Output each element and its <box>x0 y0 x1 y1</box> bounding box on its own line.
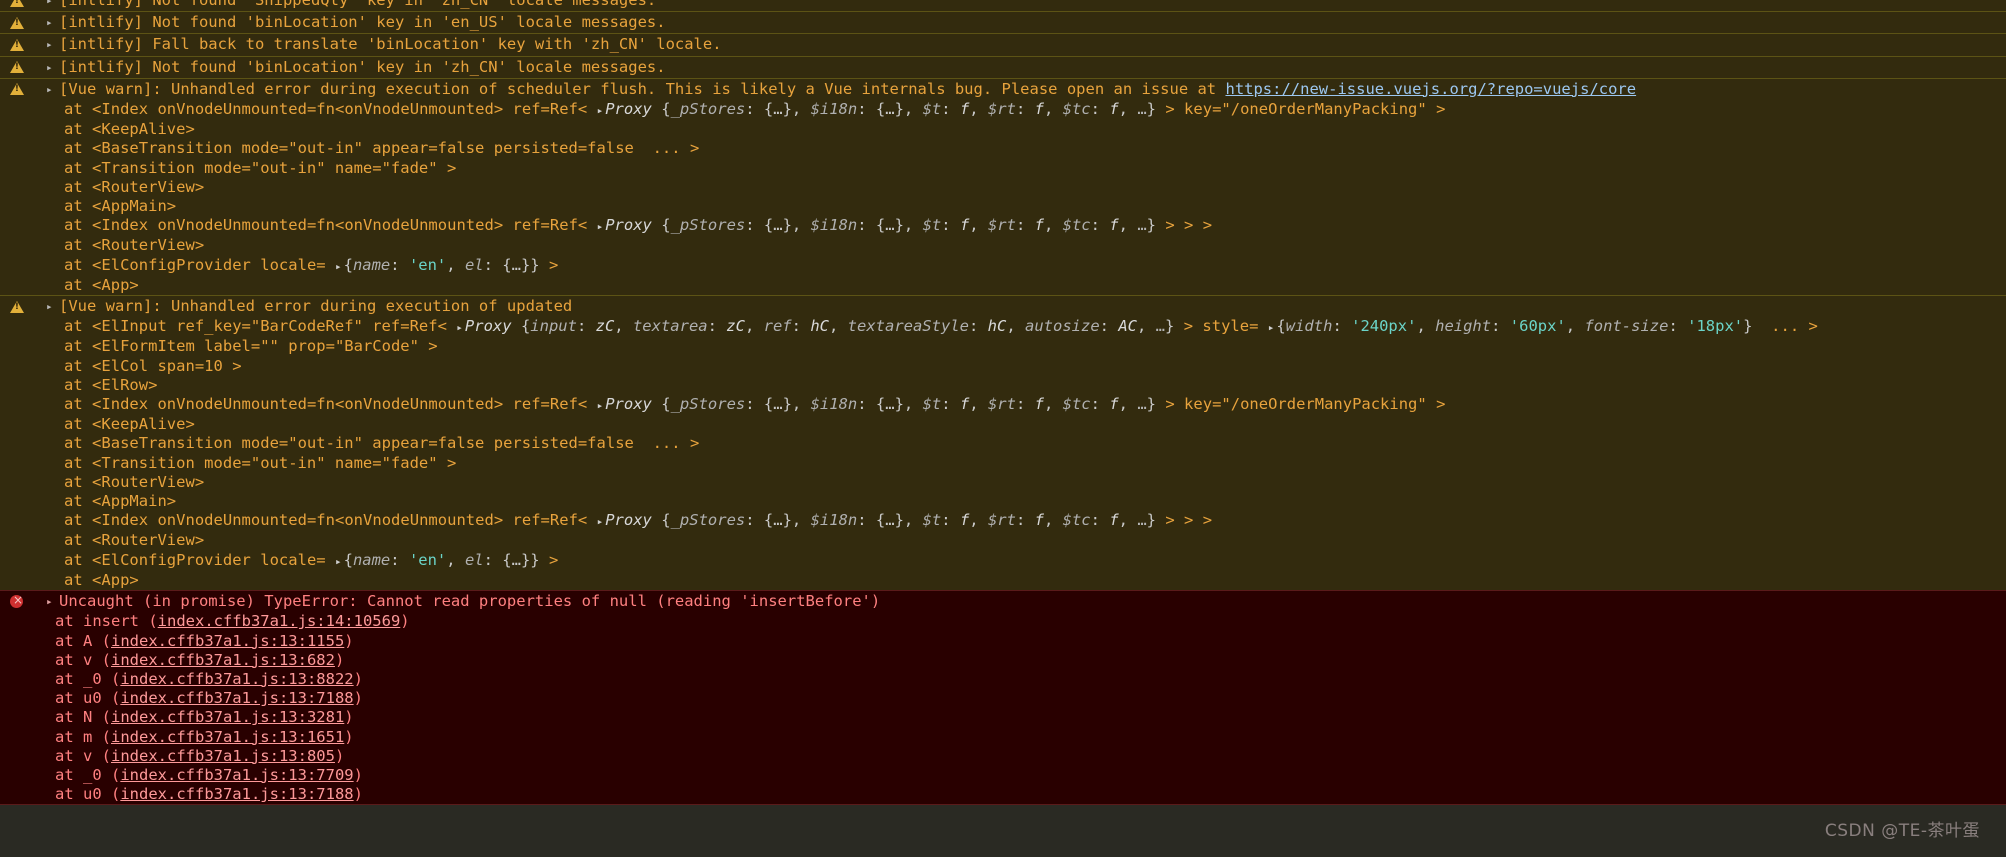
message-icon-gutter <box>0 13 46 32</box>
error-circle-icon <box>10 593 23 609</box>
warning-triangle-icon <box>10 16 24 29</box>
disclosure-triangle-icon[interactable]: ▸ <box>46 592 59 611</box>
stack-frame[interactable]: at <Transition mode="out-in" name="fade"… <box>0 159 2006 178</box>
devtools-console-panel[interactable]: ▸[intlify] Not found 'ShippedQty' key in… <box>0 0 2006 857</box>
console-message-text: [Vue warn]: Unhandled error during execu… <box>59 79 1637 98</box>
message-icon-gutter <box>0 80 46 99</box>
stack-frame[interactable]: at <RouterView> <box>0 473 2006 492</box>
message-icon-gutter <box>0 0 46 10</box>
stack-frame[interactable]: at <KeepAlive> <box>0 120 2006 139</box>
object-disclosure-icon[interactable]: ▸ <box>335 260 344 273</box>
warning-triangle-icon <box>10 61 24 74</box>
stack-frame[interactable]: at <ElInput ref_key="BarCodeRef" ref=Ref… <box>0 317 2006 337</box>
disclosure-triangle-icon[interactable]: ▸ <box>46 297 59 316</box>
stack-frame[interactable]: at <AppMain> <box>0 492 2006 511</box>
console-message-header[interactable]: ▸[Vue warn]: Unhandled error during exec… <box>0 296 2006 317</box>
message-icon-gutter <box>0 35 46 54</box>
message-icon-gutter <box>0 297 46 316</box>
source-location-link[interactable]: index.cffb37a1.js:13:8822 <box>120 670 353 688</box>
csdn-watermark: CSDN @TE-茶叶蛋 <box>1824 820 1980 841</box>
source-location-link[interactable]: index.cffb37a1.js:13:3281 <box>111 708 344 726</box>
stack-frame[interactable]: at _0 (index.cffb37a1.js:13:8822) <box>0 670 2006 689</box>
console-message-text: [intlify] Not found 'binLocation' key in… <box>59 13 666 32</box>
stack-frame[interactable]: at u0 (index.cffb37a1.js:13:7188) <box>0 689 2006 708</box>
console-warning-message[interactable]: ▸[intlify] Not found 'binLocation' key i… <box>0 55 2006 79</box>
disclosure-triangle-icon[interactable]: ▸ <box>46 0 59 10</box>
object-disclosure-icon[interactable]: ▸ <box>597 515 606 528</box>
source-location-link[interactable]: index.cffb37a1.js:14:10569 <box>158 612 401 630</box>
console-warning-message[interactable]: ▸[Vue warn]: Unhandled error during exec… <box>0 77 2006 297</box>
stack-frame[interactable]: at <AppMain> <box>0 197 2006 216</box>
stack-frame[interactable]: at <ElConfigProvider locale= ▸ {name: 'en… <box>0 256 2006 276</box>
disclosure-triangle-icon[interactable]: ▸ <box>46 58 59 77</box>
console-message-text: Uncaught (in promise) TypeError: Cannot … <box>59 592 881 611</box>
source-location-link[interactable]: index.cffb37a1.js:13:1155 <box>111 632 344 650</box>
stack-frame[interactable]: at <ElCol span=10 > <box>0 357 2006 376</box>
stack-frame[interactable]: at insert (index.cffb37a1.js:14:10569) <box>0 612 2006 631</box>
stack-frame[interactable]: at _0 (index.cffb37a1.js:13:7709) <box>0 766 2006 785</box>
stack-frame[interactable]: at <App> <box>0 571 2006 590</box>
stack-frame[interactable]: at m (index.cffb37a1.js:13:1651) <box>0 728 2006 747</box>
stack-frame[interactable]: at <Index onVnodeUnmounted=fn<onVnodeUnm… <box>0 216 2006 236</box>
console-warning-message[interactable]: ▸[intlify] Not found 'binLocation' key i… <box>0 11 2006 35</box>
warning-triangle-icon <box>10 38 24 51</box>
console-message-text: [intlify] Fall back to translate 'binLoc… <box>59 35 722 54</box>
stack-frame[interactable]: at v (index.cffb37a1.js:13:805) <box>0 747 2006 766</box>
stack-frame[interactable]: at <Index onVnodeUnmounted=fn<onVnodeUnm… <box>0 100 2006 120</box>
source-location-link[interactable]: index.cffb37a1.js:13:7188 <box>120 689 353 707</box>
source-location-link[interactable]: index.cffb37a1.js:13:682 <box>111 651 335 669</box>
issue-url-link[interactable]: https://new-issue.vuejs.org/?repo=vuejs/… <box>1225 80 1636 98</box>
disclosure-triangle-icon[interactable]: ▸ <box>46 80 59 99</box>
console-message-header[interactable]: ▸[intlify] Not found 'ShippedQty' key in… <box>0 0 2006 11</box>
object-disclosure-icon[interactable]: ▸ <box>597 220 606 233</box>
stack-frame[interactable]: at v (index.cffb37a1.js:13:682) <box>0 651 2006 670</box>
stack-frame[interactable]: at <Transition mode="out-in" name="fade"… <box>0 454 2006 473</box>
console-message-header[interactable]: ▸[intlify] Not found 'binLocation' key i… <box>0 12 2006 33</box>
stack-frame[interactable]: at <Index onVnodeUnmounted=fn<onVnodeUnm… <box>0 511 2006 531</box>
stack-frame[interactable]: at u0 (index.cffb37a1.js:13:7188) <box>0 785 2006 804</box>
console-message-header[interactable]: ▸Uncaught (in promise) TypeError: Cannot… <box>0 591 2006 612</box>
console-warning-message[interactable]: ▸[intlify] Fall back to translate 'binLo… <box>0 33 2006 57</box>
console-message-header[interactable]: ▸[intlify] Not found 'binLocation' key i… <box>0 57 2006 78</box>
stack-frame[interactable]: at <ElConfigProvider locale= ▸ {name: 'en… <box>0 551 2006 571</box>
console-warning-message[interactable]: ▸[Vue warn]: Unhandled error during exec… <box>0 295 2006 592</box>
console-message-text: [intlify] Not found 'ShippedQty' key in … <box>59 0 657 9</box>
console-message-header[interactable]: ▸[intlify] Fall back to translate 'binLo… <box>0 34 2006 55</box>
stack-frame[interactable]: at <ElFormItem label="" prop="BarCode" > <box>0 337 2006 356</box>
stack-frame[interactable]: at A (index.cffb37a1.js:13:1155) <box>0 632 2006 651</box>
console-error-message[interactable]: ▸Uncaught (in promise) TypeError: Cannot… <box>0 590 2006 806</box>
object-disclosure-icon[interactable]: ▸ <box>597 104 606 117</box>
disclosure-triangle-icon[interactable]: ▸ <box>46 13 59 32</box>
source-location-link[interactable]: index.cffb37a1.js:13:1651 <box>111 728 344 746</box>
stack-frame[interactable]: at <KeepAlive> <box>0 415 2006 434</box>
source-location-link[interactable]: index.cffb37a1.js:13:805 <box>111 747 335 765</box>
object-disclosure-icon[interactable]: ▸ <box>335 555 344 568</box>
stack-frame[interactable]: at <Index onVnodeUnmounted=fn<onVnodeUnm… <box>0 395 2006 415</box>
stack-frame[interactable]: at <RouterView> <box>0 236 2006 255</box>
stack-frame[interactable]: at <ElRow> <box>0 376 2006 395</box>
stack-frame[interactable]: at <App> <box>0 276 2006 295</box>
console-message-text: [Vue warn]: Unhandled error during execu… <box>59 297 573 316</box>
stack-frame[interactable]: at <RouterView> <box>0 531 2006 550</box>
stack-frame[interactable]: at <RouterView> <box>0 178 2006 197</box>
message-icon-gutter <box>0 58 46 77</box>
disclosure-triangle-icon[interactable]: ▸ <box>46 35 59 54</box>
object-disclosure-icon[interactable]: ▸ <box>597 399 606 412</box>
warning-triangle-icon <box>10 0 24 7</box>
message-icon-gutter <box>0 592 46 611</box>
console-message-text: [intlify] Not found 'binLocation' key in… <box>59 57 666 76</box>
warning-triangle-icon <box>10 83 24 96</box>
object-disclosure-icon[interactable]: ▸ <box>456 321 465 334</box>
console-message-list: ▸[intlify] Not found 'ShippedQty' key in… <box>0 0 2006 806</box>
warning-triangle-icon <box>10 300 24 313</box>
stack-frame[interactable]: at <BaseTransition mode="out-in" appear=… <box>0 434 2006 453</box>
console-message-header[interactable]: ▸[Vue warn]: Unhandled error during exec… <box>0 79 2006 100</box>
stack-frame[interactable]: at N (index.cffb37a1.js:13:3281) <box>0 708 2006 727</box>
source-location-link[interactable]: index.cffb37a1.js:13:7188 <box>120 785 353 803</box>
source-location-link[interactable]: index.cffb37a1.js:13:7709 <box>120 766 353 784</box>
stack-frame[interactable]: at <BaseTransition mode="out-in" appear=… <box>0 139 2006 158</box>
